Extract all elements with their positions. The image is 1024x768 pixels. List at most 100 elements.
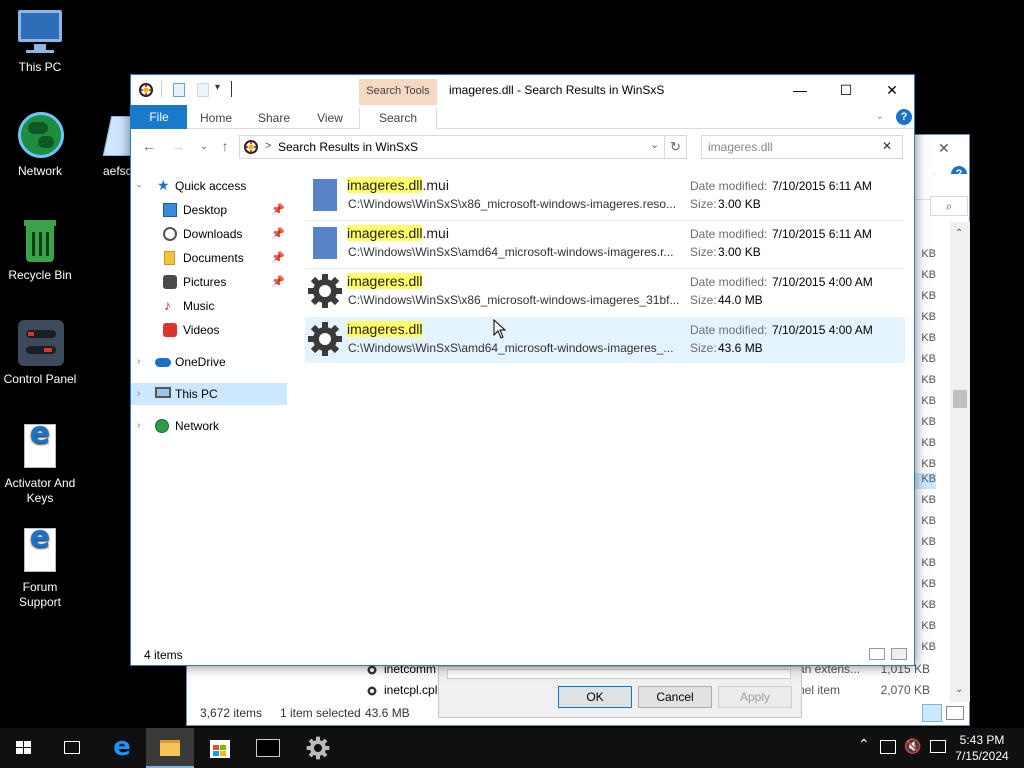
result-item-selected[interactable]: imageres.dll C:\Windows\WinSxS\amd64_mic… xyxy=(305,317,905,363)
file-name[interactable]: inetcpl.cpl xyxy=(384,683,437,697)
help-icon[interactable]: ? xyxy=(896,109,912,125)
nav-item-onedrive[interactable]: › OneDrive xyxy=(131,351,287,373)
camera-icon xyxy=(163,275,177,289)
result-item[interactable]: imageres.dll C:\Windows\WinSxS\x86_micro… xyxy=(305,269,905,315)
chevron-right-icon[interactable]: › xyxy=(137,415,140,437)
chevron-up-icon[interactable]: ⌃ xyxy=(858,736,870,753)
speaker-muted-icon[interactable]: 🔇 xyxy=(904,738,921,755)
result-item[interactable]: imageres.dll.mui C:\Windows\WinSxS\x86_m… xyxy=(305,173,905,219)
desktop-icon-label: Recycle Bin xyxy=(8,268,72,282)
desktop-icon-network[interactable]: Network xyxy=(0,112,80,179)
address-bar[interactable]: > Search Results in WinSxS ⌄ ↻ xyxy=(239,135,687,159)
customize-quick-access-icon[interactable]: ▾ xyxy=(215,82,220,93)
refresh-icon[interactable]: ↻ xyxy=(664,136,686,158)
start-button[interactable] xyxy=(0,728,48,768)
desktop-icon-activator[interactable]: e Activator And Keys xyxy=(0,419,80,506)
notification-icon[interactable] xyxy=(930,740,946,753)
details-view-icon[interactable] xyxy=(922,704,942,722)
tab-view[interactable]: View xyxy=(305,108,355,129)
pin-icon: 📌 xyxy=(271,204,285,216)
desktop-icon-control-panel[interactable]: Control Panel xyxy=(0,320,80,387)
chevron-down-icon[interactable]: ⌄ xyxy=(875,109,884,122)
tab-share[interactable]: Share xyxy=(249,108,299,129)
scrollbar[interactable]: ⌃ ⌄ xyxy=(950,222,970,702)
command-prompt-button[interactable] xyxy=(244,728,292,768)
size-label: KB xyxy=(921,536,936,548)
result-item[interactable]: imageres.dll.mui C:\Windows\WinSxS\amd64… xyxy=(305,221,905,267)
status-item-count: 3,672 items xyxy=(200,706,263,720)
search-box[interactable]: imageres.dll ✕ xyxy=(701,135,903,159)
explorer-window[interactable]: ▾ Search Tools imageres.dll - Search Res… xyxy=(130,74,915,666)
chevron-right-icon[interactable]: › xyxy=(137,351,140,373)
breadcrumb[interactable]: Search Results in WinSxS xyxy=(278,140,418,154)
size-label: KB xyxy=(921,248,936,260)
control-panel-icon xyxy=(16,320,64,368)
tab-home[interactable]: Home xyxy=(191,108,241,129)
forward-arrow-icon[interactable]: → xyxy=(169,138,187,156)
pin-icon: 📌 xyxy=(271,228,285,240)
new-folder-icon[interactable] xyxy=(197,83,209,97)
large-icons-view-icon[interactable] xyxy=(891,648,907,660)
nav-item-network[interactable]: › Network xyxy=(131,415,287,437)
search-icon[interactable]: ⌕ xyxy=(930,196,968,216)
details-view-icon[interactable] xyxy=(869,648,885,660)
nav-item-this-pc[interactable]: › This PC xyxy=(131,383,287,405)
search-input[interactable]: imageres.dll xyxy=(708,140,773,154)
network-icon[interactable] xyxy=(880,740,896,754)
file-type: nel item xyxy=(798,683,841,697)
size-label: KB xyxy=(921,290,936,302)
ok-button[interactable]: OK xyxy=(558,686,632,708)
store-button[interactable] xyxy=(196,728,244,768)
size-value: 43.6 MB xyxy=(718,341,763,355)
title-bar[interactable]: ▾ Search Tools imageres.dll - Search Res… xyxy=(131,75,914,105)
date-value: 7/10/2015 4:00 AM xyxy=(772,275,873,289)
date-label: Date modified: xyxy=(690,275,768,289)
cancel-button[interactable]: Cancel xyxy=(638,686,712,708)
up-arrow-icon[interactable]: ↑ xyxy=(216,138,234,156)
address-dropdown-icon[interactable]: ⌄ xyxy=(650,138,659,151)
desktop-icon-forum-support[interactable]: e Forum Support xyxy=(0,523,80,610)
chevron-right-icon[interactable]: › xyxy=(128,184,150,187)
status-selected: 1 item selected xyxy=(280,706,361,720)
date-label: Date modified: xyxy=(690,323,768,337)
large-icons-view-icon[interactable] xyxy=(946,706,964,720)
clear-search-icon[interactable]: ✕ xyxy=(882,139,892,153)
window-title: imageres.dll - Search Results in WinSxS xyxy=(449,83,665,97)
properties-icon[interactable] xyxy=(173,83,185,97)
desktop-icon-this-pc[interactable]: This PC xyxy=(0,8,80,75)
nav-quick-access[interactable]: › ★ Quick access xyxy=(131,175,287,197)
nav-item-music[interactable]: ♪ Music xyxy=(131,295,287,317)
edge-browser-button[interactable]: e xyxy=(98,728,146,768)
recycle-bin-icon xyxy=(16,216,64,264)
desktop-icon-label: This PC xyxy=(18,60,62,74)
clock[interactable]: 5:43 PM 7/15/2024 xyxy=(954,732,1010,764)
close-icon[interactable]: ✕ xyxy=(938,140,950,157)
nav-item-downloads[interactable]: Downloads 📌 xyxy=(131,223,287,245)
tab-file[interactable]: File xyxy=(131,105,187,129)
maximize-button[interactable]: ☐ xyxy=(823,75,869,105)
navigation-pane: › ★ Quick access Desktop 📌 Downloads 📌 D… xyxy=(131,173,291,635)
close-button[interactable]: ✕ xyxy=(869,75,915,105)
size-label: KB xyxy=(921,458,936,470)
nav-item-desktop[interactable]: Desktop 📌 xyxy=(131,199,287,221)
chevron-right-icon[interactable]: › xyxy=(137,383,140,405)
minimize-button[interactable]: — xyxy=(777,75,823,105)
file-explorer-button[interactable] xyxy=(146,728,194,768)
recent-locations-icon[interactable]: ⌄ xyxy=(195,141,213,159)
magnifier-folder-icon xyxy=(138,82,154,98)
file-size: 2,070 KB xyxy=(880,683,930,697)
back-arrow-icon[interactable]: ← xyxy=(140,138,158,156)
nav-item-pictures[interactable]: Pictures 📌 xyxy=(131,271,287,293)
task-view-button[interactable] xyxy=(48,728,96,768)
settings-button[interactable] xyxy=(294,728,342,768)
nav-item-videos[interactable]: Videos xyxy=(131,319,287,341)
file-name-extension: .mui xyxy=(422,177,449,193)
globe-icon xyxy=(155,419,169,433)
ribbon-tabs: File Home Share View Search ⌄ ? xyxy=(131,105,914,129)
nav-label: Desktop xyxy=(183,203,228,217)
size-label: KB xyxy=(921,269,936,281)
apply-button[interactable]: Apply xyxy=(718,686,792,708)
tab-search[interactable]: Search xyxy=(359,108,437,129)
nav-item-documents[interactable]: Documents 📌 xyxy=(131,247,287,269)
desktop-icon-recycle-bin[interactable]: Recycle Bin xyxy=(0,216,80,283)
